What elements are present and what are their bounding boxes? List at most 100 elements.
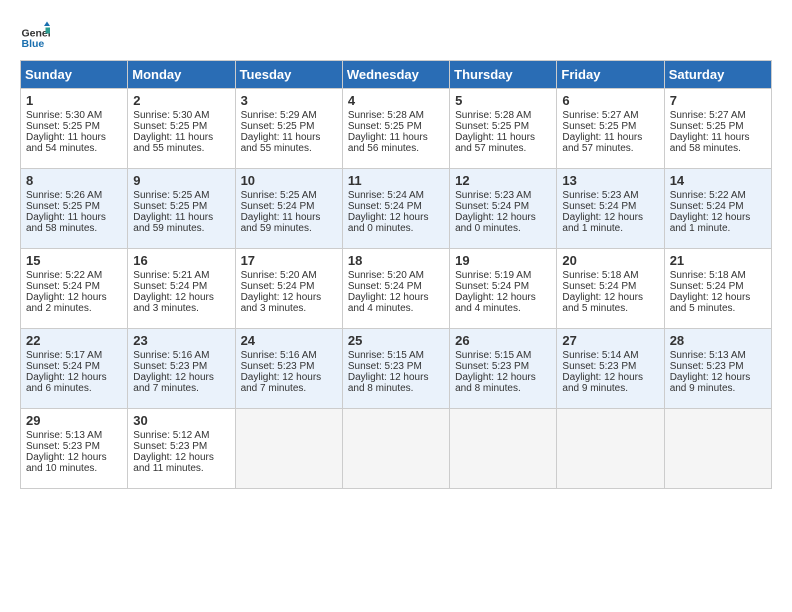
logo-icon: General Blue bbox=[20, 20, 50, 50]
day-number: 12 bbox=[455, 173, 551, 188]
sunrise-text: Sunrise: 5:27 AM bbox=[670, 110, 746, 121]
sunrise-text: Sunrise: 5:30 AM bbox=[133, 110, 209, 121]
calendar-cell: 2 Sunrise: 5:30 AM Sunset: 5:25 PM Dayli… bbox=[128, 89, 235, 169]
daylight-text: Daylight: 12 hours and 1 minute. bbox=[562, 212, 643, 234]
calendar-cell: 11 Sunrise: 5:24 AM Sunset: 5:24 PM Dayl… bbox=[342, 169, 449, 249]
calendar-cell bbox=[235, 409, 342, 489]
header-wednesday: Wednesday bbox=[342, 61, 449, 89]
calendar-cell: 29 Sunrise: 5:13 AM Sunset: 5:23 PM Dayl… bbox=[21, 409, 128, 489]
day-number: 11 bbox=[348, 173, 444, 188]
sunrise-text: Sunrise: 5:18 AM bbox=[562, 270, 638, 281]
sunset-text: Sunset: 5:23 PM bbox=[26, 441, 100, 452]
sunrise-text: Sunrise: 5:30 AM bbox=[26, 110, 102, 121]
day-number: 14 bbox=[670, 173, 766, 188]
sunset-text: Sunset: 5:25 PM bbox=[348, 121, 422, 132]
calendar-cell: 18 Sunrise: 5:20 AM Sunset: 5:24 PM Dayl… bbox=[342, 249, 449, 329]
sunrise-text: Sunrise: 5:23 AM bbox=[562, 190, 638, 201]
day-number: 1 bbox=[26, 93, 122, 108]
sunset-text: Sunset: 5:23 PM bbox=[562, 361, 636, 372]
sunset-text: Sunset: 5:25 PM bbox=[455, 121, 529, 132]
daylight-text: Daylight: 11 hours and 59 minutes. bbox=[133, 212, 213, 234]
calendar-cell bbox=[342, 409, 449, 489]
sunset-text: Sunset: 5:24 PM bbox=[241, 201, 315, 212]
calendar-cell: 9 Sunrise: 5:25 AM Sunset: 5:25 PM Dayli… bbox=[128, 169, 235, 249]
sunrise-text: Sunrise: 5:15 AM bbox=[455, 350, 531, 361]
calendar-cell: 7 Sunrise: 5:27 AM Sunset: 5:25 PM Dayli… bbox=[664, 89, 771, 169]
sunrise-text: Sunrise: 5:14 AM bbox=[562, 350, 638, 361]
sunset-text: Sunset: 5:25 PM bbox=[241, 121, 315, 132]
calendar-cell: 23 Sunrise: 5:16 AM Sunset: 5:23 PM Dayl… bbox=[128, 329, 235, 409]
calendar-cell: 12 Sunrise: 5:23 AM Sunset: 5:24 PM Dayl… bbox=[450, 169, 557, 249]
sunset-text: Sunset: 5:23 PM bbox=[133, 361, 207, 372]
day-number: 15 bbox=[26, 253, 122, 268]
day-number: 4 bbox=[348, 93, 444, 108]
sunset-text: Sunset: 5:25 PM bbox=[133, 121, 207, 132]
sunrise-text: Sunrise: 5:16 AM bbox=[133, 350, 209, 361]
sunrise-text: Sunrise: 5:22 AM bbox=[26, 270, 102, 281]
sunset-text: Sunset: 5:24 PM bbox=[670, 201, 744, 212]
sunset-text: Sunset: 5:25 PM bbox=[562, 121, 636, 132]
header-thursday: Thursday bbox=[450, 61, 557, 89]
calendar-cell: 26 Sunrise: 5:15 AM Sunset: 5:23 PM Dayl… bbox=[450, 329, 557, 409]
day-number: 29 bbox=[26, 413, 122, 428]
daylight-text: Daylight: 11 hours and 58 minutes. bbox=[26, 212, 106, 234]
sunrise-text: Sunrise: 5:16 AM bbox=[241, 350, 317, 361]
sunset-text: Sunset: 5:24 PM bbox=[562, 201, 636, 212]
day-number: 16 bbox=[133, 253, 229, 268]
daylight-text: Daylight: 12 hours and 5 minutes. bbox=[670, 292, 751, 314]
day-number: 24 bbox=[241, 333, 337, 348]
calendar-cell: 20 Sunrise: 5:18 AM Sunset: 5:24 PM Dayl… bbox=[557, 249, 664, 329]
sunrise-text: Sunrise: 5:23 AM bbox=[455, 190, 531, 201]
calendar-cell: 1 Sunrise: 5:30 AM Sunset: 5:25 PM Dayli… bbox=[21, 89, 128, 169]
sunrise-text: Sunrise: 5:20 AM bbox=[241, 270, 317, 281]
daylight-text: Daylight: 12 hours and 6 minutes. bbox=[26, 372, 107, 394]
daylight-text: Daylight: 12 hours and 0 minutes. bbox=[455, 212, 536, 234]
daylight-text: Daylight: 11 hours and 59 minutes. bbox=[241, 212, 321, 234]
calendar-cell: 22 Sunrise: 5:17 AM Sunset: 5:24 PM Dayl… bbox=[21, 329, 128, 409]
header-monday: Monday bbox=[128, 61, 235, 89]
calendar-cell bbox=[450, 409, 557, 489]
sunset-text: Sunset: 5:24 PM bbox=[133, 281, 207, 292]
daylight-text: Daylight: 12 hours and 7 minutes. bbox=[241, 372, 322, 394]
header-saturday: Saturday bbox=[664, 61, 771, 89]
daylight-text: Daylight: 12 hours and 1 minute. bbox=[670, 212, 751, 234]
header-sunday: Sunday bbox=[21, 61, 128, 89]
daylight-text: Daylight: 12 hours and 10 minutes. bbox=[26, 452, 107, 474]
day-number: 8 bbox=[26, 173, 122, 188]
sunset-text: Sunset: 5:23 PM bbox=[348, 361, 422, 372]
calendar-cell: 19 Sunrise: 5:19 AM Sunset: 5:24 PM Dayl… bbox=[450, 249, 557, 329]
daylight-text: Daylight: 12 hours and 9 minutes. bbox=[670, 372, 751, 394]
sunrise-text: Sunrise: 5:18 AM bbox=[670, 270, 746, 281]
day-number: 23 bbox=[133, 333, 229, 348]
sunrise-text: Sunrise: 5:25 AM bbox=[241, 190, 317, 201]
sunset-text: Sunset: 5:25 PM bbox=[26, 201, 100, 212]
daylight-text: Daylight: 12 hours and 9 minutes. bbox=[562, 372, 643, 394]
day-number: 27 bbox=[562, 333, 658, 348]
calendar-cell: 14 Sunrise: 5:22 AM Sunset: 5:24 PM Dayl… bbox=[664, 169, 771, 249]
daylight-text: Daylight: 12 hours and 7 minutes. bbox=[133, 372, 214, 394]
sunset-text: Sunset: 5:24 PM bbox=[562, 281, 636, 292]
daylight-text: Daylight: 12 hours and 4 minutes. bbox=[455, 292, 536, 314]
header-tuesday: Tuesday bbox=[235, 61, 342, 89]
sunrise-text: Sunrise: 5:26 AM bbox=[26, 190, 102, 201]
sunset-text: Sunset: 5:24 PM bbox=[670, 281, 744, 292]
day-number: 21 bbox=[670, 253, 766, 268]
day-number: 18 bbox=[348, 253, 444, 268]
daylight-text: Daylight: 12 hours and 11 minutes. bbox=[133, 452, 214, 474]
sunrise-text: Sunrise: 5:17 AM bbox=[26, 350, 102, 361]
daylight-text: Daylight: 11 hours and 54 minutes. bbox=[26, 132, 106, 154]
day-number: 9 bbox=[133, 173, 229, 188]
daylight-text: Daylight: 12 hours and 8 minutes. bbox=[348, 372, 429, 394]
header-friday: Friday bbox=[557, 61, 664, 89]
sunrise-text: Sunrise: 5:25 AM bbox=[133, 190, 209, 201]
day-number: 25 bbox=[348, 333, 444, 348]
sunset-text: Sunset: 5:24 PM bbox=[26, 361, 100, 372]
daylight-text: Daylight: 11 hours and 57 minutes. bbox=[455, 132, 535, 154]
calendar-cell: 10 Sunrise: 5:25 AM Sunset: 5:24 PM Dayl… bbox=[235, 169, 342, 249]
sunset-text: Sunset: 5:24 PM bbox=[26, 281, 100, 292]
day-number: 7 bbox=[670, 93, 766, 108]
sunrise-text: Sunrise: 5:13 AM bbox=[670, 350, 746, 361]
day-number: 10 bbox=[241, 173, 337, 188]
day-number: 19 bbox=[455, 253, 551, 268]
daylight-text: Daylight: 11 hours and 56 minutes. bbox=[348, 132, 428, 154]
